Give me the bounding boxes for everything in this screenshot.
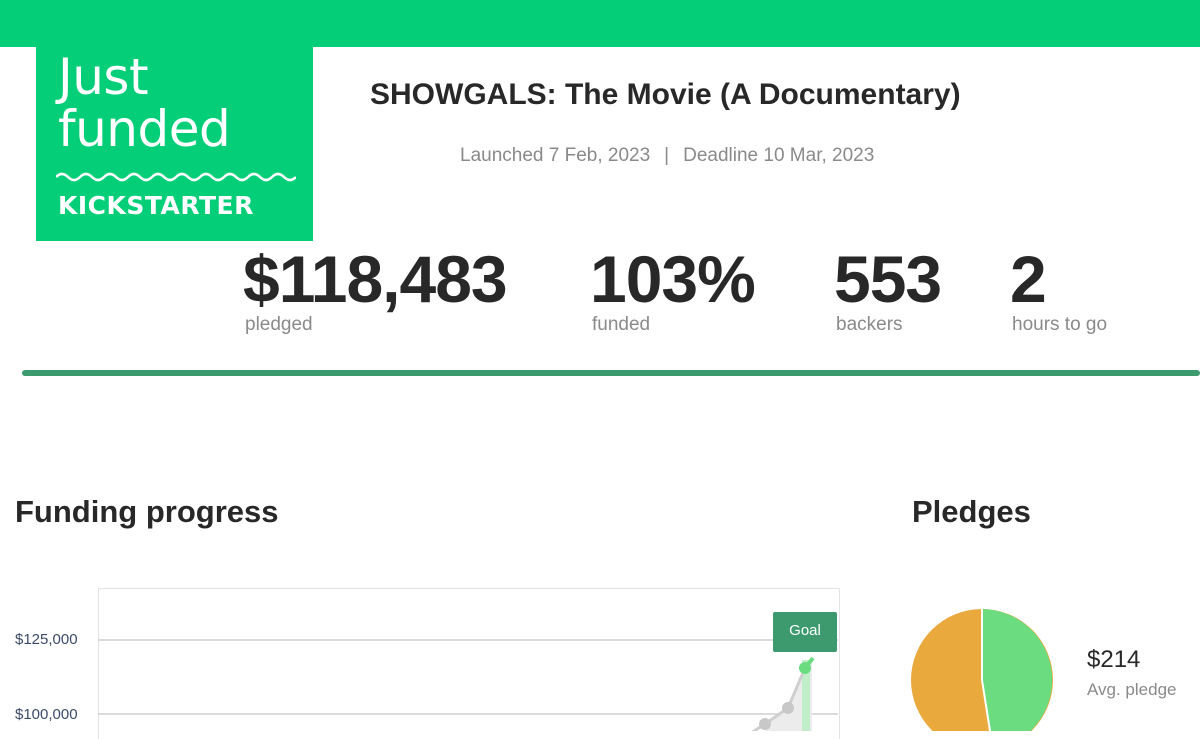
avg-pledge-label: Avg. pledge <box>1087 680 1177 699</box>
data-point[interactable] <box>759 718 771 730</box>
pledges-pie-chart <box>911 609 1053 731</box>
funding-chart <box>98 609 1053 731</box>
goal-point[interactable] <box>799 662 811 674</box>
avg-pledge-value: $214 <box>1087 646 1141 673</box>
pie-slice-green <box>982 609 1053 731</box>
y-tick-label: $125,000 <box>15 631 78 648</box>
data-point[interactable] <box>782 702 794 714</box>
goal-tooltip: Goal <box>773 612 837 652</box>
y-tick-label: $100,000 <box>15 706 78 723</box>
